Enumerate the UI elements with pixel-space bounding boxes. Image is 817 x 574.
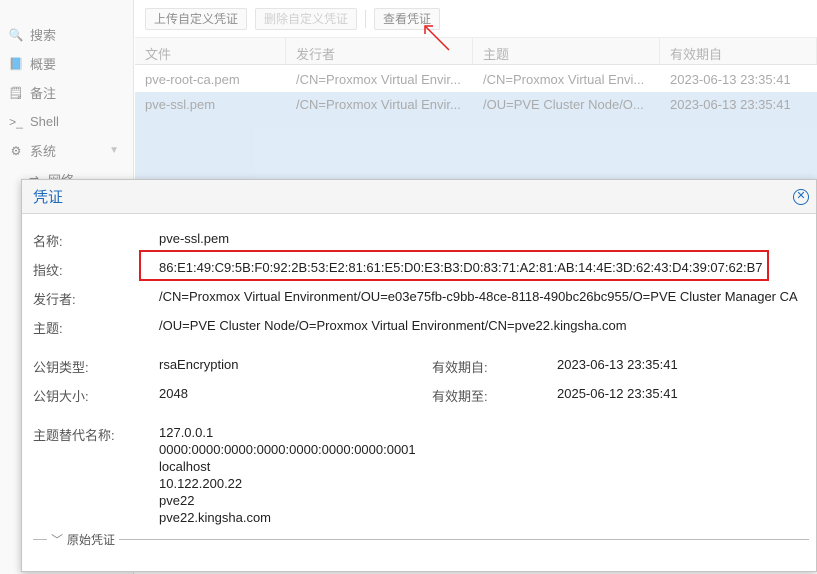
chevron-down-icon: ﹀ bbox=[51, 533, 64, 547]
sidebar-item-shell[interactable]: >_ Shell bbox=[0, 107, 133, 136]
san-entry: localhost bbox=[159, 459, 211, 474]
sidebar-item-label: 概要 bbox=[30, 57, 57, 72]
cell-file: pve-ssl.pem bbox=[145, 97, 216, 112]
cell-issuer: /CN=Proxmox Virtual Envir... bbox=[296, 72, 461, 87]
issuer-label: 发行者: bbox=[33, 292, 76, 307]
pubkey-type-label: 公钥类型: bbox=[33, 360, 89, 375]
column-header-file[interactable]: 文件 bbox=[135, 38, 286, 64]
san-list: 127.0.0.1 0000:0000:0000:0000:0000:0000:… bbox=[159, 424, 416, 526]
dialog-title: 凭证 bbox=[33, 189, 64, 206]
raw-cert-label: 原始凭证 bbox=[67, 533, 116, 547]
sidebar-item-system[interactable]: ⚙ 系统 ▼ bbox=[0, 136, 133, 165]
pubkey-size-value: 2048 bbox=[159, 386, 188, 401]
san-entry: 0000:0000:0000:0000:0000:0000:0000:0001 bbox=[159, 442, 416, 457]
sidebar-item-label: 备注 bbox=[30, 86, 57, 101]
table-row[interactable]: pve-ssl.pem /CN=Proxmox Virtual Envir...… bbox=[135, 92, 817, 117]
selection-fill bbox=[135, 115, 817, 180]
divider bbox=[33, 539, 47, 540]
toolbar: 上传自定义凭证 删除自定义凭证 查看凭证 bbox=[135, 0, 817, 37]
san-entry: 127.0.0.1 bbox=[159, 425, 214, 440]
gears-icon: ⚙ bbox=[10, 143, 22, 158]
cell-subject: /CN=Proxmox Virtual Envi... bbox=[483, 72, 645, 87]
cell-subject: /OU=PVE Cluster Node/O... bbox=[483, 97, 644, 112]
column-header-subject[interactable]: 主题 bbox=[473, 38, 660, 64]
valid-to-label: 有效期至: bbox=[432, 389, 488, 404]
grid-header: 文件 发行者 主题 有效期自 bbox=[135, 37, 817, 65]
close-icon[interactable]: ✕ bbox=[793, 189, 809, 205]
terminal-icon: >_ bbox=[9, 114, 23, 129]
toolbar-separator bbox=[365, 9, 367, 28]
san-entry: pve22.kingsha.com bbox=[159, 510, 272, 525]
pubkey-type-value: rsaEncryption bbox=[159, 357, 239, 372]
sidebar-item-notes[interactable]: 🗒 备注 bbox=[0, 78, 133, 107]
delete-custom-cert-button[interactable]: 删除自定义凭证 bbox=[255, 7, 358, 30]
cell-valid-from: 2023-06-13 23:35:41 bbox=[670, 97, 791, 112]
san-label: 主题替代名称: bbox=[33, 428, 115, 443]
note-icon: 🗒 bbox=[8, 85, 24, 100]
cell-valid-from: 2023-06-13 23:35:41 bbox=[670, 72, 791, 87]
sidebar-item-summary[interactable]: 📘 概要 bbox=[0, 49, 133, 78]
cell-issuer: /CN=Proxmox Virtual Envir... bbox=[296, 97, 461, 112]
search-icon: 🔍 bbox=[8, 27, 24, 42]
sidebar-item-label: 系统 bbox=[30, 144, 57, 159]
san-entry: pve22 bbox=[159, 493, 195, 508]
dialog-header: 凭证 bbox=[22, 180, 816, 214]
pubkey-size-label: 公钥大小: bbox=[33, 389, 89, 404]
raw-cert-toggle[interactable]: ﹀ 原始凭证 bbox=[33, 531, 809, 548]
cell-file: pve-root-ca.pem bbox=[145, 72, 240, 87]
table-row[interactable]: pve-root-ca.pem /CN=Proxmox Virtual Envi… bbox=[135, 67, 817, 92]
column-header-valid-from[interactable]: 有效期自 bbox=[660, 38, 817, 64]
subject-value: /OU=PVE Cluster Node/O=Proxmox Virtual E… bbox=[159, 318, 627, 333]
san-entry: 10.122.200.22 bbox=[159, 476, 243, 491]
certificate-dialog: 凭证 ✕ 名称: pve-ssl.pem 指纹: 86:E1:49:C9:5B:… bbox=[21, 179, 817, 572]
red-arrow-annotation bbox=[424, 25, 450, 51]
cert-grid: 文件 发行者 主题 有效期自 pve-root-ca.pem /CN=Proxm… bbox=[135, 37, 817, 117]
issuer-value: /CN=Proxmox Virtual Environment/OU=e03e7… bbox=[159, 289, 798, 304]
book-icon: 📘 bbox=[8, 56, 24, 71]
name-label: 名称: bbox=[33, 234, 63, 249]
sidebar-item-search[interactable]: 🔍 搜索 bbox=[0, 20, 133, 49]
valid-to-value: 2025-06-12 23:35:41 bbox=[557, 386, 678, 401]
sidebar-item-label: 搜索 bbox=[30, 28, 57, 43]
fingerprint-label: 指纹: bbox=[33, 263, 63, 278]
name-value: pve-ssl.pem bbox=[159, 231, 230, 246]
chevron-down-icon: ▼ bbox=[109, 145, 119, 156]
divider bbox=[119, 539, 809, 540]
subject-label: 主题: bbox=[33, 321, 63, 336]
sidebar-item-label: Shell bbox=[30, 114, 59, 129]
valid-from-value: 2023-06-13 23:35:41 bbox=[557, 357, 678, 372]
fingerprint-value: 86:E1:49:C9:5B:F0:92:2B:53:E2:81:61:E5:D… bbox=[159, 260, 763, 275]
upload-custom-cert-button[interactable]: 上传自定义凭证 bbox=[145, 7, 248, 30]
valid-from-label: 有效期自: bbox=[432, 360, 488, 375]
